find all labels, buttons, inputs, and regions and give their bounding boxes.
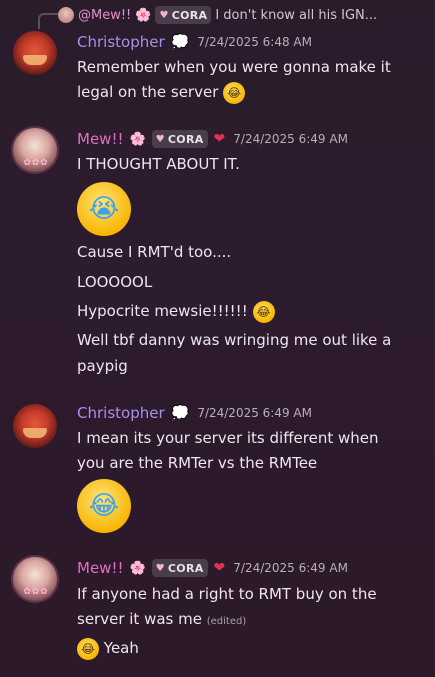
server-tag[interactable]: ♥ CORA <box>155 6 212 24</box>
message-text-line: legal on the server 😂 <box>77 80 246 104</box>
message-text: I THOUGHT ABOUT IT. <box>77 155 240 173</box>
avatar[interactable] <box>13 128 57 172</box>
author-name[interactable]: Christopher <box>77 33 165 51</box>
flower-icon: 🌸 <box>135 7 152 23</box>
flower-icon: 🌸 <box>129 560 146 576</box>
timestamp[interactable]: 7/24/2025 6:48 AM <box>197 35 312 49</box>
avatar[interactable] <box>13 557 57 601</box>
thought-bubble-icon: 💭 <box>170 33 190 51</box>
server-tag[interactable]: ♥ CORA <box>151 559 208 577</box>
thought-bubble-icon: 💭 <box>170 404 190 422</box>
rofl-emoji-icon: 😂 <box>223 81 246 104</box>
heart-icon: ♥ <box>159 9 169 21</box>
avatar[interactable] <box>13 31 57 75</box>
message-header: Christopher 💭 7/24/2025 6:49 AM <box>77 402 312 424</box>
joy-emoji-icon: 😂 <box>77 479 131 533</box>
author-name[interactable]: Mew!! <box>77 130 123 148</box>
message-header: Mew!! 🌸 ♥ CORA ❤ 7/24/2025 6:49 AM <box>77 557 348 579</box>
author-name[interactable]: Mew!! <box>77 559 123 577</box>
heart-icon: ❤ <box>213 131 226 147</box>
message-text-line: server it was me (edited) <box>77 610 247 628</box>
rofl-emoji-icon: 😂 <box>77 637 99 660</box>
rofl-emoji-icon: 😂 <box>252 300 275 323</box>
message-text: you are the RMTer vs the RMTee <box>77 454 318 472</box>
message-text: If anyone had a right to RMT buy on the <box>77 585 377 603</box>
message-header: Christopher 💭 7/24/2025 6:48 AM <box>77 31 312 53</box>
timestamp[interactable]: 7/24/2025 6:49 AM <box>233 132 348 146</box>
reply-author[interactable]: @Mew!! <box>78 8 131 23</box>
timestamp[interactable]: 7/24/2025 6:49 AM <box>197 406 312 420</box>
message-text: Remember when you were gonna make it <box>77 58 391 76</box>
heart-icon: ♥ <box>155 562 165 574</box>
reply-avatar <box>58 7 74 23</box>
reply-preview[interactable]: @Mew!! 🌸 ♥ CORA I don't know all his IGN.… <box>58 4 377 26</box>
heart-icon: ❤ <box>213 560 226 576</box>
message-header: Mew!! 🌸 ♥ CORA ❤ 7/24/2025 6:49 AM <box>77 128 348 150</box>
message-text-line: Hypocrite mewsie!!!!!! 😂 <box>77 299 275 323</box>
server-tag[interactable]: ♥ CORA <box>151 130 208 148</box>
message-text-line: 😂 Yeah <box>77 636 139 660</box>
timestamp[interactable]: 7/24/2025 6:49 AM <box>233 561 348 575</box>
message-text: Cause I RMT'd too.... <box>77 243 232 261</box>
author-name[interactable]: Christopher <box>77 404 165 422</box>
heart-icon: ♥ <box>155 133 165 145</box>
message-text: LOOOOOL <box>77 273 153 291</box>
avatar[interactable] <box>13 404 57 448</box>
loudly-crying-emoji-icon: 😭 <box>77 182 131 236</box>
edited-label: (edited) <box>206 616 247 627</box>
message-text: I mean its your server its different whe… <box>77 429 379 447</box>
message-text: paypig <box>77 357 128 375</box>
reply-text: I don't know all his IGN... <box>215 7 378 23</box>
message-text: Well tbf danny was wringing me out like … <box>77 331 392 349</box>
flower-icon: 🌸 <box>129 131 146 147</box>
